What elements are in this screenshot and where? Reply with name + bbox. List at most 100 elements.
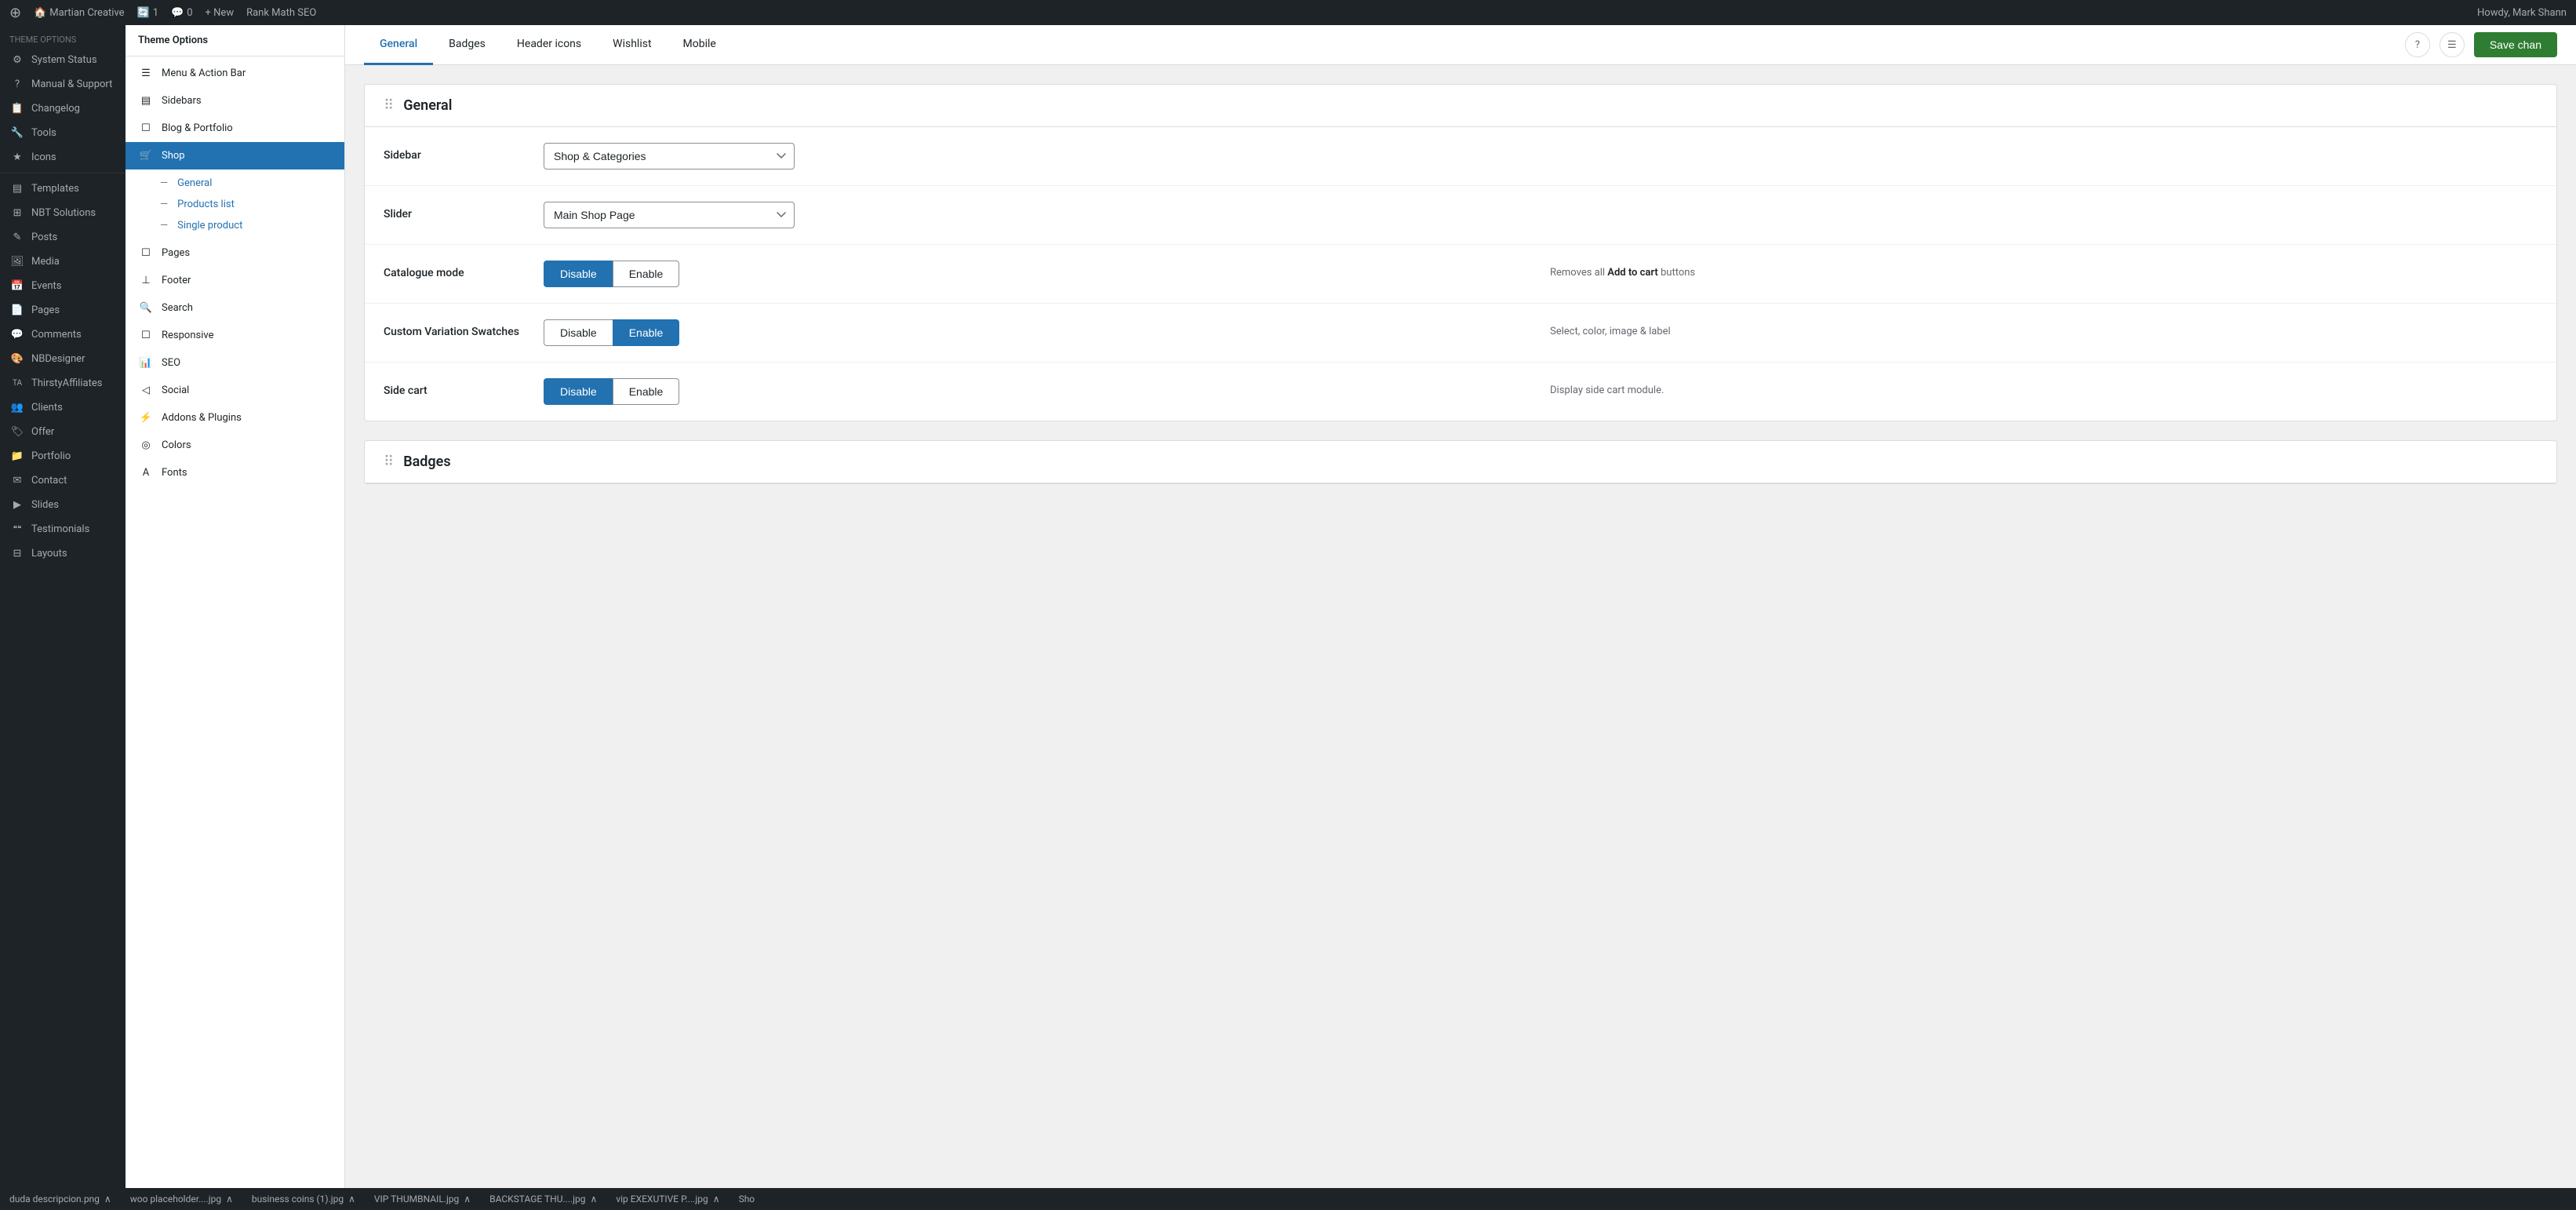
side-cart-toggle-group: Disable Enable xyxy=(544,378,1531,405)
bottom-file-5[interactable]: BACKSTAGE THU....jpg ∧ xyxy=(489,1194,597,1205)
content-body: ⠿ General Sidebar Shop & Categories Left… xyxy=(345,65,2576,522)
sidebar-item-offer[interactable]: 🏷 Offer xyxy=(0,420,126,444)
sidebar-item-slides[interactable]: ▶ Slides xyxy=(0,493,126,517)
sidebar-item-posts[interactable]: ✎ Posts xyxy=(0,225,126,250)
bottom-file-1[interactable]: duda descripcion.png ∧ xyxy=(9,1194,111,1205)
theme-link-blog-portfolio[interactable]: ☐ Blog & Portfolio xyxy=(126,115,344,142)
theme-link-addons[interactable]: ⚡ Addons & Plugins xyxy=(126,404,344,432)
tab-general[interactable]: General xyxy=(364,25,433,65)
sidebar-label-clients: Clients xyxy=(31,402,63,414)
bottom-file-7[interactable]: Sho xyxy=(739,1194,755,1205)
shop-sub-single-product[interactable]: — Single product xyxy=(126,215,344,236)
theme-sidebar-title: Theme Options xyxy=(126,25,344,56)
file5-name: BACKSTAGE THU....jpg xyxy=(489,1194,585,1205)
new-link[interactable]: + New xyxy=(206,7,235,19)
theme-link-menu-action-bar[interactable]: ☰ Menu & Action Bar xyxy=(126,60,344,87)
sidebar-label-media: Media xyxy=(31,256,60,268)
file6-name: vip EXEXUTIVE P....jpg xyxy=(616,1194,708,1205)
comments-icon: 💬 xyxy=(171,7,184,19)
media-icon: 🖼 xyxy=(9,256,25,268)
sidebar-item-thirsty[interactable]: TA ThirstyAffiliates xyxy=(0,371,126,395)
catalogue-disable-button[interactable]: Disable xyxy=(544,261,613,287)
theme-link-sidebars[interactable]: ▤ Sidebars xyxy=(126,87,344,115)
theme-link-label-addons: Addons & Plugins xyxy=(162,412,242,424)
sidebar-item-system-status[interactable]: ⚙ System Status xyxy=(0,48,126,72)
sub-dash-products: — xyxy=(160,199,168,210)
portfolio-icon: 📁 xyxy=(9,450,25,462)
badges-section-title: Badges xyxy=(403,454,450,470)
theme-link-shop[interactable]: 🛒 Shop xyxy=(126,142,344,169)
sidebar-item-manual-support[interactable]: ? Manual & Support xyxy=(0,72,126,97)
sidebar-select[interactable]: Shop & Categories Left Sidebar Right Sid… xyxy=(544,143,795,169)
testimonials-icon: ❝❝ xyxy=(9,525,25,534)
sidebar-item-clients[interactable]: 👥 Clients xyxy=(0,395,126,420)
sidebar-item-templates[interactable]: ▤ Templates xyxy=(0,177,126,201)
notes-icon: ☰ xyxy=(2447,39,2457,51)
tab-badges[interactable]: Badges xyxy=(433,25,501,65)
sidebar-label-nbdesigner: NBDesigner xyxy=(31,353,85,365)
side-cart-row: Side cart Disable Enable Display side ca… xyxy=(365,363,2556,421)
sidebar-item-contact[interactable]: ✉ Contact xyxy=(0,468,126,493)
events-icon: 📅 xyxy=(9,280,25,292)
tab-header-icons[interactable]: Header icons xyxy=(501,25,597,65)
general-drag-icon: ⠿ xyxy=(384,97,394,114)
file4-arrow: ∧ xyxy=(464,1194,471,1205)
theme-link-footer[interactable]: ⊥ Footer xyxy=(126,267,344,294)
tab-wishlist[interactable]: Wishlist xyxy=(597,25,667,65)
sidebar-item-pages[interactable]: 📄 Pages xyxy=(0,298,126,323)
wp-logo[interactable]: ⊕ xyxy=(9,5,21,21)
sidebar-label-pages: Pages xyxy=(31,304,60,316)
sidebar-item-media[interactable]: 🖼 Media xyxy=(0,250,126,274)
comments-link[interactable]: 💬 0 xyxy=(171,7,193,19)
custom-variation-toggle-group: Disable Enable xyxy=(544,319,1531,346)
tab-mobile-label: Mobile xyxy=(683,38,716,50)
rank-math-link[interactable]: Rank Math SEO xyxy=(246,7,316,19)
sidebar-label-icons: Icons xyxy=(31,151,56,163)
theme-link-social[interactable]: ◁ Social xyxy=(126,377,344,404)
responsive-icon: ☐ xyxy=(138,330,154,341)
sidebar-label-posts: Posts xyxy=(31,231,57,243)
sidebar-item-changelog[interactable]: 📋 Changelog xyxy=(0,97,126,121)
sidebar-field-hint xyxy=(1550,143,2538,149)
sidebar-item-nbdesigner[interactable]: 🎨 NBDesigner xyxy=(0,347,126,371)
side-cart-enable-button[interactable]: Enable xyxy=(613,378,680,405)
bottom-file-4[interactable]: VIP THUMBNAIL.jpg ∧ xyxy=(374,1194,471,1205)
catalogue-enable-button[interactable]: Enable xyxy=(613,261,680,287)
sidebar-item-nbt[interactable]: ⊞ NBT Solutions xyxy=(0,201,126,225)
sidebar-item-layouts[interactable]: ⊟ Layouts xyxy=(0,541,126,566)
sidebar-item-icons[interactable]: ★ Icons xyxy=(0,145,126,169)
site-link[interactable]: 🏠 Martian Creative xyxy=(34,7,124,19)
sidebar-item-testimonials[interactable]: ❝❝ Testimonials xyxy=(0,517,126,541)
theme-link-label-fonts: Fonts xyxy=(162,467,187,479)
shop-sub-products-list[interactable]: — Products list xyxy=(126,194,344,215)
shop-sub-general[interactable]: — General xyxy=(126,173,344,194)
theme-link-responsive[interactable]: ☐ Responsive xyxy=(126,322,344,349)
nbt-icon: ⊞ xyxy=(9,207,25,219)
slider-select[interactable]: Main Shop Page Categories Shop Disabled xyxy=(544,202,795,228)
sidebar-item-portfolio[interactable]: 📁 Portfolio xyxy=(0,444,126,468)
theme-link-colors[interactable]: ◎ Colors xyxy=(126,432,344,459)
sidebar-label-comments: Comments xyxy=(31,329,82,341)
help-button[interactable]: ? xyxy=(2405,32,2430,57)
side-cart-disable-button[interactable]: Disable xyxy=(544,378,613,405)
theme-link-seo[interactable]: 📊 SEO xyxy=(126,349,344,377)
theme-link-fonts[interactable]: A Fonts xyxy=(126,459,344,487)
theme-link-search[interactable]: 🔍 Search xyxy=(126,294,344,322)
sidebar-item-events[interactable]: 📅 Events xyxy=(0,274,126,298)
updates-link[interactable]: 🔄 1 xyxy=(137,7,159,19)
bottom-file-3[interactable]: business coins (1).jpg ∧ xyxy=(252,1194,355,1205)
bottom-file-2[interactable]: woo placeholder....jpg ∧ xyxy=(130,1194,233,1205)
notes-button[interactable]: ☰ xyxy=(2440,32,2465,57)
tab-mobile[interactable]: Mobile xyxy=(668,25,732,65)
custom-variation-enable-button[interactable]: Enable xyxy=(613,319,680,346)
custom-variation-disable-button[interactable]: Disable xyxy=(544,319,613,346)
bottom-file-6[interactable]: vip EXEXUTIVE P....jpg ∧ xyxy=(616,1194,719,1205)
sidebar-label-layouts: Layouts xyxy=(31,548,67,559)
templates-icon: ▤ xyxy=(9,183,25,195)
sidebar-item-comments[interactable]: 💬 Comments xyxy=(0,323,126,347)
theme-link-pages[interactable]: ☐ Pages xyxy=(126,239,344,267)
seo-icon: 📊 xyxy=(138,357,154,369)
sidebar-item-tools[interactable]: 🔧 Tools xyxy=(0,121,126,145)
save-button[interactable]: Save chan xyxy=(2474,32,2557,57)
theme-options-sidebar: Theme Options ☰ Menu & Action Bar ▤ Side… xyxy=(126,25,345,1188)
